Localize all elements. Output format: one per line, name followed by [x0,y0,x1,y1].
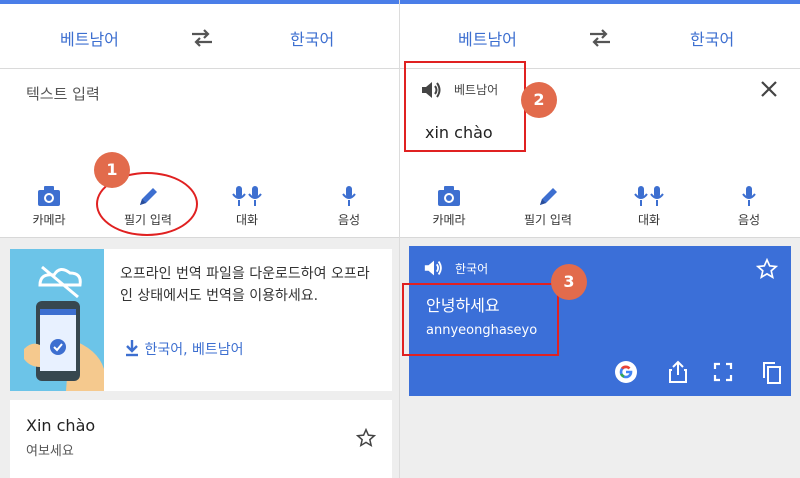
phrase-source: Xin chào [26,416,96,435]
phrase-card[interactable]: Xin chào 여보세요 [10,400,392,478]
share-icon[interactable] [666,360,690,384]
download-icon [126,340,138,357]
left-panel: 베트남어 한국어 텍스트 입력 카메라 필기 입력 대화 음성 오프라인 번역 … [0,0,400,478]
swap-languages-icon[interactable] [190,28,214,48]
voice-tool[interactable]: 음성 [709,185,789,228]
conversation-tool[interactable]: 대화 [207,185,287,228]
offline-illustration [10,249,104,391]
copy-icon[interactable] [760,360,782,384]
fullscreen-icon[interactable] [713,362,733,382]
phrase-translation: 여보세요 [26,444,74,459]
handwriting-tool[interactable]: 필기 입력 [508,185,588,228]
voice-tool-label: 음성 [337,213,361,227]
camera-tool[interactable]: 카메라 [409,185,489,228]
google-g-icon[interactable] [614,360,638,384]
phone-download-illustration [24,265,104,391]
language-bar: 베트남어 한국어 [0,4,400,69]
camera-tool[interactable]: 카메라 [9,185,89,228]
star-outline-icon[interactable] [756,258,778,280]
voice-tool[interactable]: 음성 [309,185,389,228]
mic-icon [742,186,756,206]
target-language-button[interactable]: 한국어 [290,26,334,50]
result-speaker-icon[interactable] [423,258,445,278]
conversation-tool-label: 대화 [235,213,259,227]
camera-tool-label: 카메라 [32,213,66,227]
result-highlight-box [402,283,559,356]
language-bar: 베트남어 한국어 [400,4,800,69]
handwriting-tool-label: 필기 입력 [524,213,572,227]
result-actions [614,360,784,386]
result-language-label: 한국어 [455,262,489,276]
camera-icon [38,186,60,206]
annotation-badge-1: 1 [94,152,130,188]
swap-languages-icon[interactable] [588,28,612,48]
star-outline-icon[interactable] [356,428,376,448]
text-input-placeholder[interactable]: 텍스트 입력 [26,83,100,104]
conversation-tool[interactable]: 대화 [609,185,689,228]
conversation-mic-icon [634,186,664,206]
offline-download-card: 오프라인 번역 파일을 다운로드하여 오프라인 상태에서도 번역을 이용하세요.… [10,249,392,391]
annotation-badge-2: 2 [521,82,557,118]
input-tools: 카메라 필기 입력 대화 음성 [400,185,800,231]
voice-tool-label: 음성 [737,213,761,227]
download-link-label[interactable]: 한국어, 베트남어 [144,342,243,358]
camera-tool-label: 카메라 [432,213,466,227]
source-language-button[interactable]: 베트남어 [60,26,119,50]
target-language-button[interactable]: 한국어 [690,26,734,50]
right-panel: 베트남어 한국어 카메라 필기 입력 대화 음성 베트남어 xin chào 한… [400,0,800,478]
input-highlight-box [404,61,526,152]
offline-description: 오프라인 번역 파일을 다운로드하여 오프라인 상태에서도 번역을 이용하세요. [120,266,370,304]
conversation-mic-icon [232,186,262,206]
mic-icon [342,186,356,206]
camera-icon [438,186,460,206]
text-input-area[interactable]: 텍스트 입력 카메라 필기 입력 대화 음성 [0,69,400,238]
pen-icon [540,188,557,205]
annotation-badge-3: 3 [551,264,587,300]
input-tools: 카메라 필기 입력 대화 음성 [0,185,400,231]
source-language-button[interactable]: 베트남어 [458,26,517,50]
close-icon[interactable] [760,80,778,98]
download-offline-link[interactable]: 한국어, 베트남어 [124,339,244,359]
conversation-tool-label: 대화 [637,213,661,227]
